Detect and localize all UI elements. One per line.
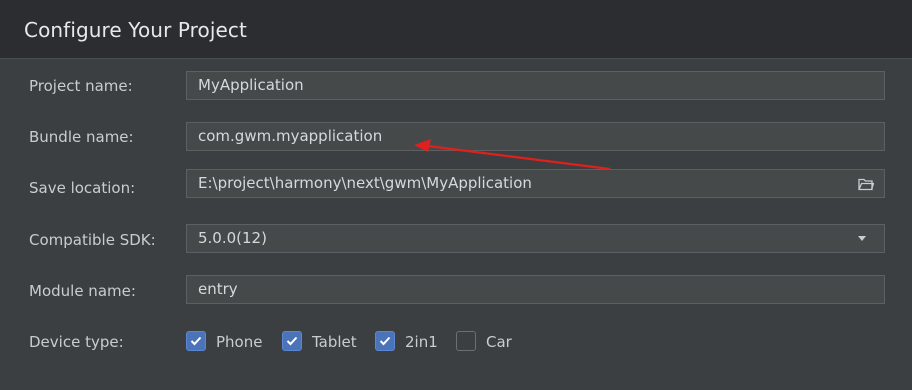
dialog-title: Configure Your Project: [24, 18, 247, 42]
project-name-input[interactable]: MyApplication: [186, 71, 885, 100]
save-location-value: E:\project\harmony\next\gwm\MyApplicatio…: [198, 174, 532, 192]
bundle-name-input[interactable]: com.gwm.myapplication: [186, 122, 885, 151]
chevron-down-icon: [858, 236, 866, 241]
checkmark-icon: [286, 336, 298, 346]
folder-open-icon[interactable]: [858, 177, 874, 191]
2in1-checkbox-label[interactable]: 2in1: [405, 333, 438, 351]
compatible-sdk-label: Compatible SDK:: [29, 231, 156, 249]
car-checkbox[interactable]: [456, 331, 476, 351]
phone-checkbox[interactable]: [186, 331, 206, 351]
project-config-panel: Project name: MyApplication Bundle name:…: [0, 58, 912, 390]
phone-checkbox-label[interactable]: Phone: [216, 333, 262, 351]
bundle-name-label: Bundle name:: [29, 128, 134, 146]
compatible-sdk-select[interactable]: 5.0.0(12): [186, 224, 885, 253]
module-name-label: Module name:: [29, 282, 136, 300]
module-name-input[interactable]: entry: [186, 275, 885, 304]
car-checkbox-label[interactable]: Car: [486, 333, 512, 351]
device-type-label: Device type:: [29, 333, 124, 351]
checkmark-icon: [379, 336, 391, 346]
tablet-checkbox-label[interactable]: Tablet: [312, 333, 357, 351]
save-location-input[interactable]: E:\project\harmony\next\gwm\MyApplicatio…: [186, 169, 885, 198]
compatible-sdk-value: 5.0.0(12): [198, 229, 267, 247]
tablet-checkbox[interactable]: [282, 331, 302, 351]
2in1-checkbox[interactable]: [375, 331, 395, 351]
checkmark-icon: [190, 336, 202, 346]
save-location-label: Save location:: [29, 179, 136, 197]
project-name-label: Project name:: [29, 77, 133, 95]
